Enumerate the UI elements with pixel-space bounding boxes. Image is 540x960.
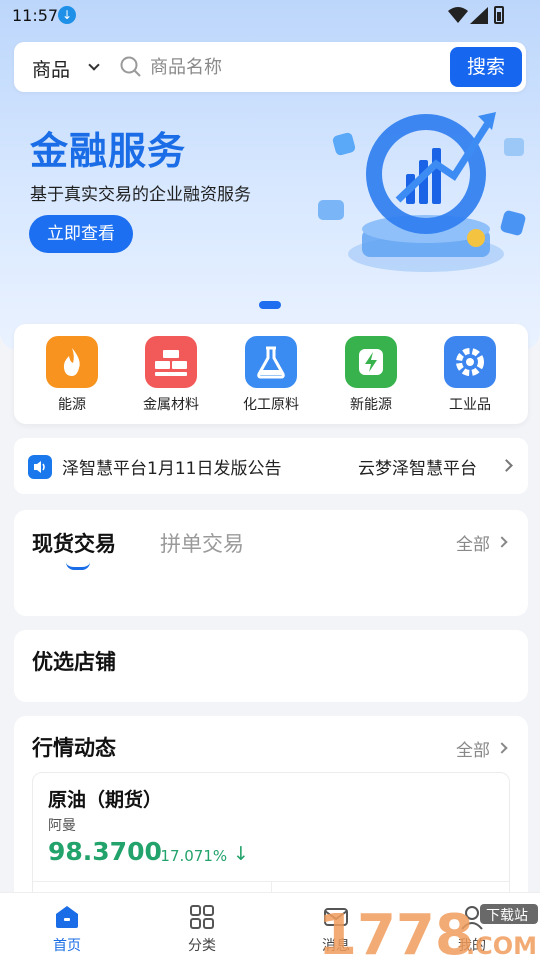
- announcement-bar[interactable]: 泽智慧平台1月11日发版公告 云梦泽智慧平台: [14, 438, 528, 494]
- nav-home[interactable]: 首页: [27, 903, 107, 955]
- battery-icon: [494, 6, 504, 24]
- speaker-icon: [28, 455, 52, 479]
- chevron-down-icon[interactable]: [88, 59, 100, 71]
- chevron-right-icon[interactable]: [496, 742, 508, 754]
- category-label: 金属材料: [143, 397, 199, 413]
- flask-icon: [245, 336, 297, 388]
- search-icon: [120, 56, 141, 77]
- trade-card: 现货交易 拼单交易 全部: [14, 510, 528, 616]
- quote-price: 98.3700: [48, 837, 162, 866]
- market-title: 行情动态: [32, 736, 116, 760]
- chevron-right-icon[interactable]: [500, 459, 513, 472]
- nav-label: 首页: [53, 938, 81, 954]
- nav-category[interactable]: 分类: [162, 903, 242, 955]
- category-label: 工业品: [449, 397, 491, 413]
- announcement-text-next: 云梦泽智慧平台: [358, 459, 477, 479]
- quote-name: 原油（期货）: [48, 789, 163, 811]
- category-card: 能源 金属材料 化工原料 新能源 工业品: [14, 324, 528, 424]
- search-input[interactable]: [150, 52, 450, 82]
- category-chemical[interactable]: 化工原料: [221, 336, 321, 414]
- grid-icon: [188, 903, 216, 931]
- category-industrial[interactable]: 工业品: [420, 336, 520, 414]
- market-all-link[interactable]: 全部: [456, 736, 490, 761]
- gear-icon: [444, 336, 496, 388]
- search-category-select[interactable]: 商品: [32, 55, 70, 82]
- announcement-text: 泽智慧平台1月11日发版公告: [62, 459, 282, 479]
- watermark-text: 1778: [318, 903, 474, 960]
- store-title: 优选店铺: [32, 650, 116, 674]
- watermark-domain: .COM: [466, 932, 537, 960]
- category-label: 能源: [58, 397, 86, 413]
- quote-location: 阿曼: [48, 818, 76, 834]
- status-time: 11:57: [12, 6, 59, 25]
- banner-subtitle: 基于真实交易的企业融资服务: [30, 185, 251, 205]
- banner-view-button[interactable]: 立即查看: [29, 215, 133, 253]
- store-card: 优选店铺: [14, 630, 528, 702]
- finance-chart-illustration: [318, 112, 526, 272]
- arrow-down-icon: ↓: [233, 843, 249, 865]
- tab-group-trade[interactable]: 拼单交易: [160, 528, 244, 558]
- metal-ingot-icon: [145, 336, 197, 388]
- category-metal[interactable]: 金属材料: [121, 336, 221, 414]
- market-card: 行情动态 全部 原油（期货） 阿曼 98.3700 -17.071% ↓: [14, 716, 528, 922]
- carousel-indicator: [259, 301, 281, 309]
- status-bar: 11:57 ↓: [0, 0, 540, 32]
- chevron-right-icon[interactable]: [496, 536, 508, 548]
- download-icon: ↓: [58, 6, 76, 24]
- nav-label: 分类: [188, 938, 216, 954]
- search-button[interactable]: 搜索: [450, 47, 522, 87]
- home-icon: [53, 903, 81, 931]
- category-energy[interactable]: 能源: [22, 336, 122, 414]
- wifi-icon: [448, 7, 468, 23]
- category-new-energy[interactable]: 新能源: [321, 336, 421, 414]
- search-bar: 商品 搜索: [14, 42, 526, 92]
- category-label: 新能源: [350, 397, 392, 413]
- category-label: 化工原料: [243, 397, 299, 413]
- signal-icon: [470, 7, 488, 24]
- site-watermark-logo: 1778 下载站 .COM: [318, 903, 538, 960]
- lightning-icon: [345, 336, 397, 388]
- banner-title: 金融服务: [30, 129, 187, 173]
- tab-indicator: [66, 562, 90, 570]
- flame-icon: [46, 336, 98, 388]
- quote-change: -17.071%: [155, 847, 228, 865]
- watermark-sub: 下载站: [486, 908, 528, 924]
- trade-all-link[interactable]: 全部: [456, 530, 490, 555]
- tab-spot-trade[interactable]: 现货交易: [32, 528, 116, 558]
